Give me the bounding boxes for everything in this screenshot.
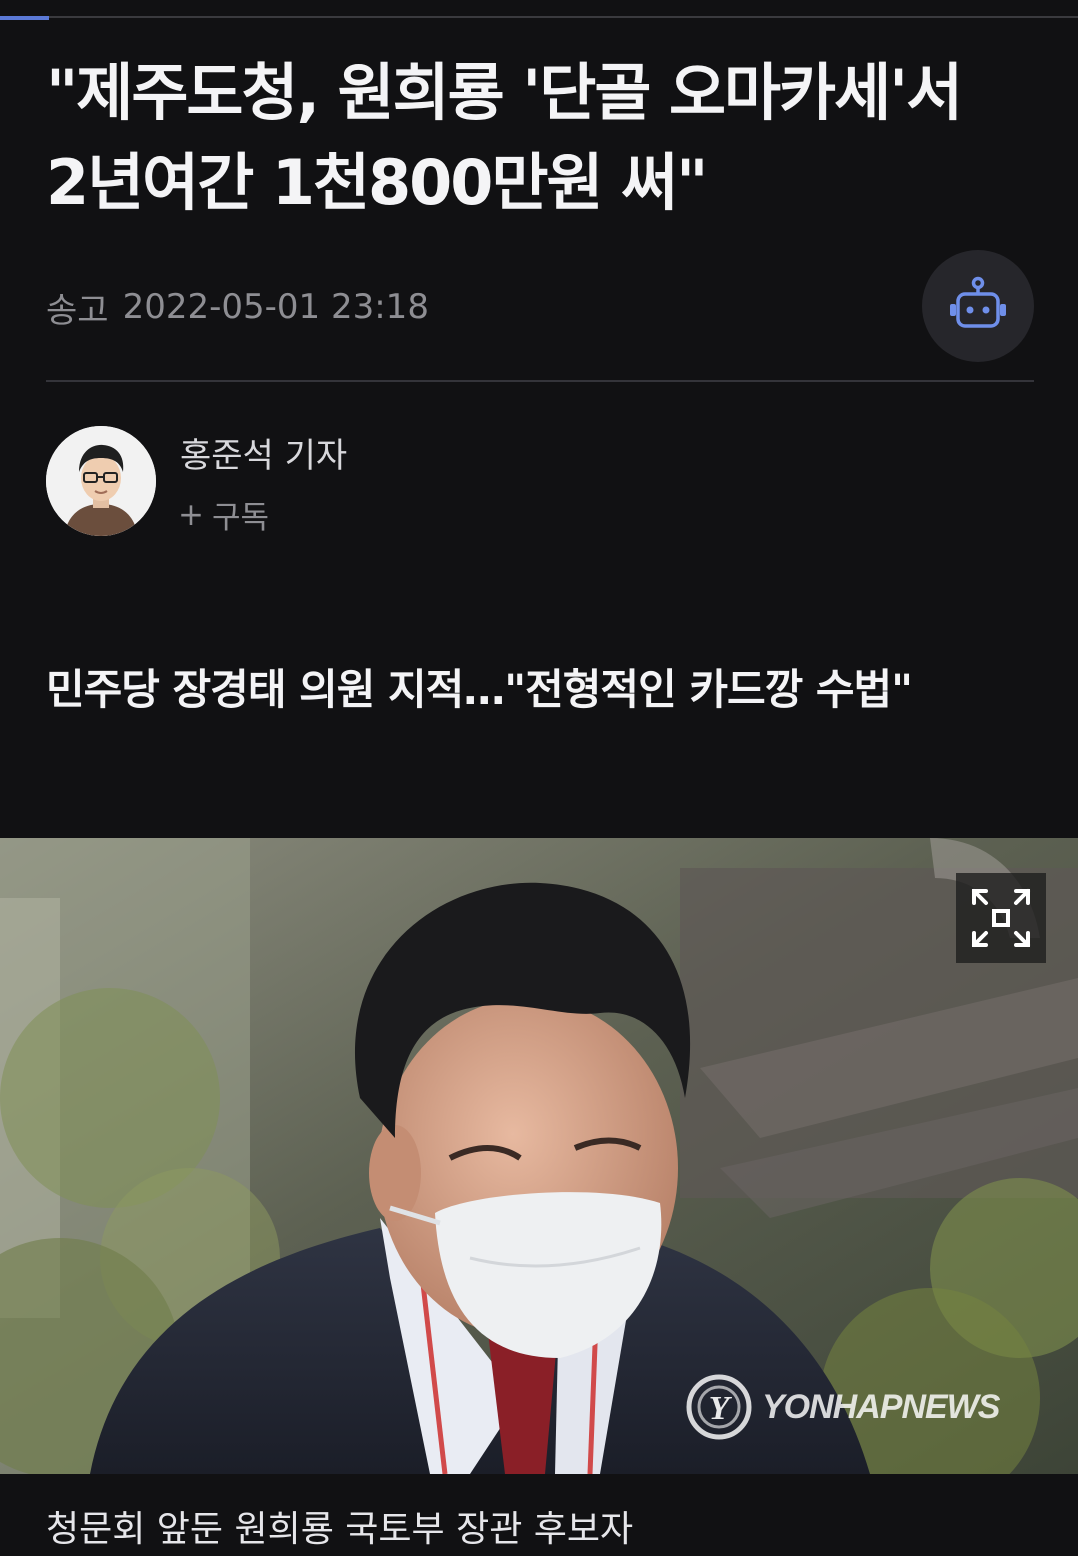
progress-fill bbox=[0, 16, 49, 20]
subscribe-button[interactable]: + 구독 bbox=[178, 492, 269, 537]
article-subheadline: 민주당 장경태 의원 지적…"전형적인 카드깡 수법" bbox=[46, 665, 913, 714]
subscribe-label: 구독 bbox=[211, 500, 270, 536]
published-timestamp: 2022-05-01 23:18 bbox=[122, 287, 429, 327]
meta-divider bbox=[46, 380, 1034, 382]
ai-summary-button[interactable] bbox=[922, 250, 1034, 362]
reporter-avatar[interactable] bbox=[46, 426, 156, 536]
headline-line-2: 2년여간 1천800만원 써" bbox=[46, 146, 708, 219]
reporter-name[interactable]: 홍준석 기자 bbox=[180, 428, 347, 477]
progress-track bbox=[0, 16, 1078, 18]
reading-progress-bar bbox=[0, 0, 1078, 20]
article-headline: "제주도청, 원희룡 '단골 오마카세'서 2년여간 1천800만원 써" bbox=[46, 48, 1046, 228]
headline-line-1: "제주도청, 원희룡 '단골 오마카세'서 bbox=[46, 56, 963, 129]
robot-icon bbox=[950, 276, 1006, 328]
logo-letter: Y bbox=[709, 1390, 733, 1427]
reporter-photo bbox=[46, 426, 156, 536]
expand-icon bbox=[972, 889, 1030, 947]
photo-caption: 청문회 앞둔 원희룡 국토부 장관 후보자 bbox=[46, 1509, 634, 1550]
article-meta: 송고 2022-05-01 23:18 bbox=[46, 282, 429, 332]
yonhap-logo-icon: Y bbox=[686, 1374, 752, 1440]
watermark-text: YONHAPNEWS bbox=[762, 1387, 1000, 1426]
subscribe-plus: + bbox=[178, 496, 204, 533]
meta-label: 송고 bbox=[46, 290, 109, 331]
expand-image-button[interactable] bbox=[956, 873, 1046, 963]
yonhap-watermark: Y YONHAPNEWS bbox=[686, 1372, 1000, 1442]
